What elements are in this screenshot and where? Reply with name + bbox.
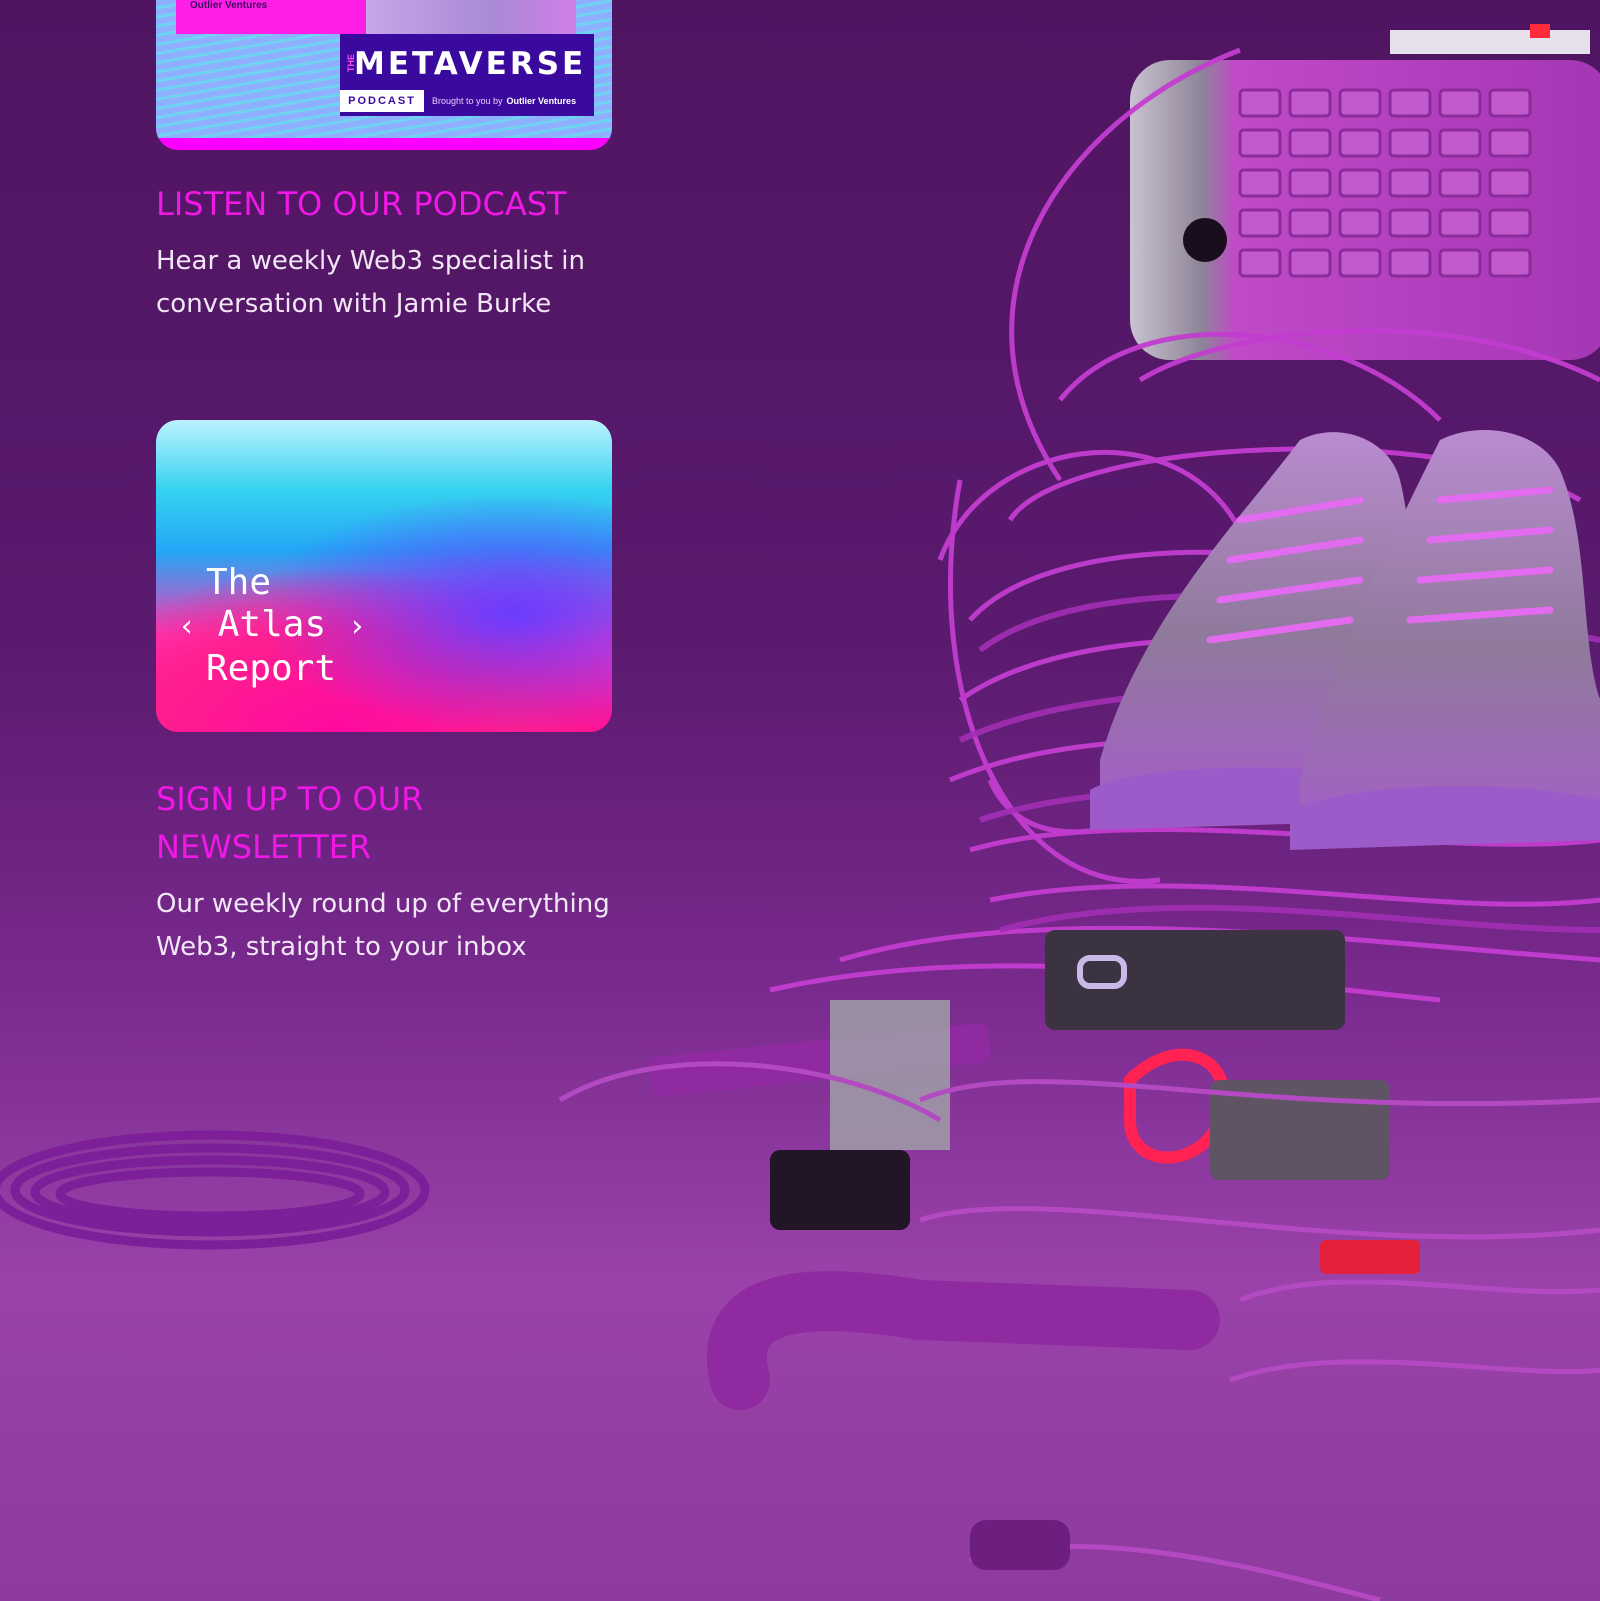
atlas-logo-word: Atlas	[217, 604, 327, 645]
atlas-report-logo: The ‹ Atlas › Report	[178, 562, 366, 690]
podcast-logo: THE METAVERSE PODCAST Brought to you by …	[340, 34, 594, 116]
newsletter-description: Our weekly round up of everything Web3, …	[156, 889, 610, 962]
newsletter-cover-image[interactable]: The ‹ Atlas › Report	[156, 420, 612, 732]
podcast-description: Hear a weekly Web3 specialist in convers…	[156, 246, 585, 319]
atlas-logo-line2: ‹ Atlas ›	[178, 604, 366, 648]
chevron-right-icon: ›	[347, 609, 366, 644]
podcast-presenter-photo	[366, 0, 576, 34]
podcast-logo-tag: PODCAST	[340, 90, 424, 112]
podcast-presenter-label: Outlier Ventures	[176, 0, 366, 34]
podcast-logo-title: METAVERSE	[354, 46, 587, 82]
podcast-heading[interactable]: LISTEN TO OUR PODCAST	[156, 180, 656, 228]
hero-illustration	[540, 0, 1600, 1601]
podcast-cover-image[interactable]: Outlier Ventures THE METAVERSE PODCAST B…	[156, 0, 612, 150]
podcast-sponsor-line: Brought to you by Outlier Ventures	[432, 90, 576, 112]
floor-cable-coil	[0, 1120, 440, 1270]
atlas-logo-line1: The	[206, 562, 272, 603]
chevron-left-icon: ‹	[178, 609, 197, 644]
podcast-brand: Outlier Ventures	[506, 96, 577, 106]
atlas-logo-line3: Report	[206, 648, 337, 689]
podcast-brought-by: Brought to you by	[432, 96, 503, 106]
newsletter-heading[interactable]: SIGN UP TO OUR NEWSLETTER	[156, 775, 516, 871]
